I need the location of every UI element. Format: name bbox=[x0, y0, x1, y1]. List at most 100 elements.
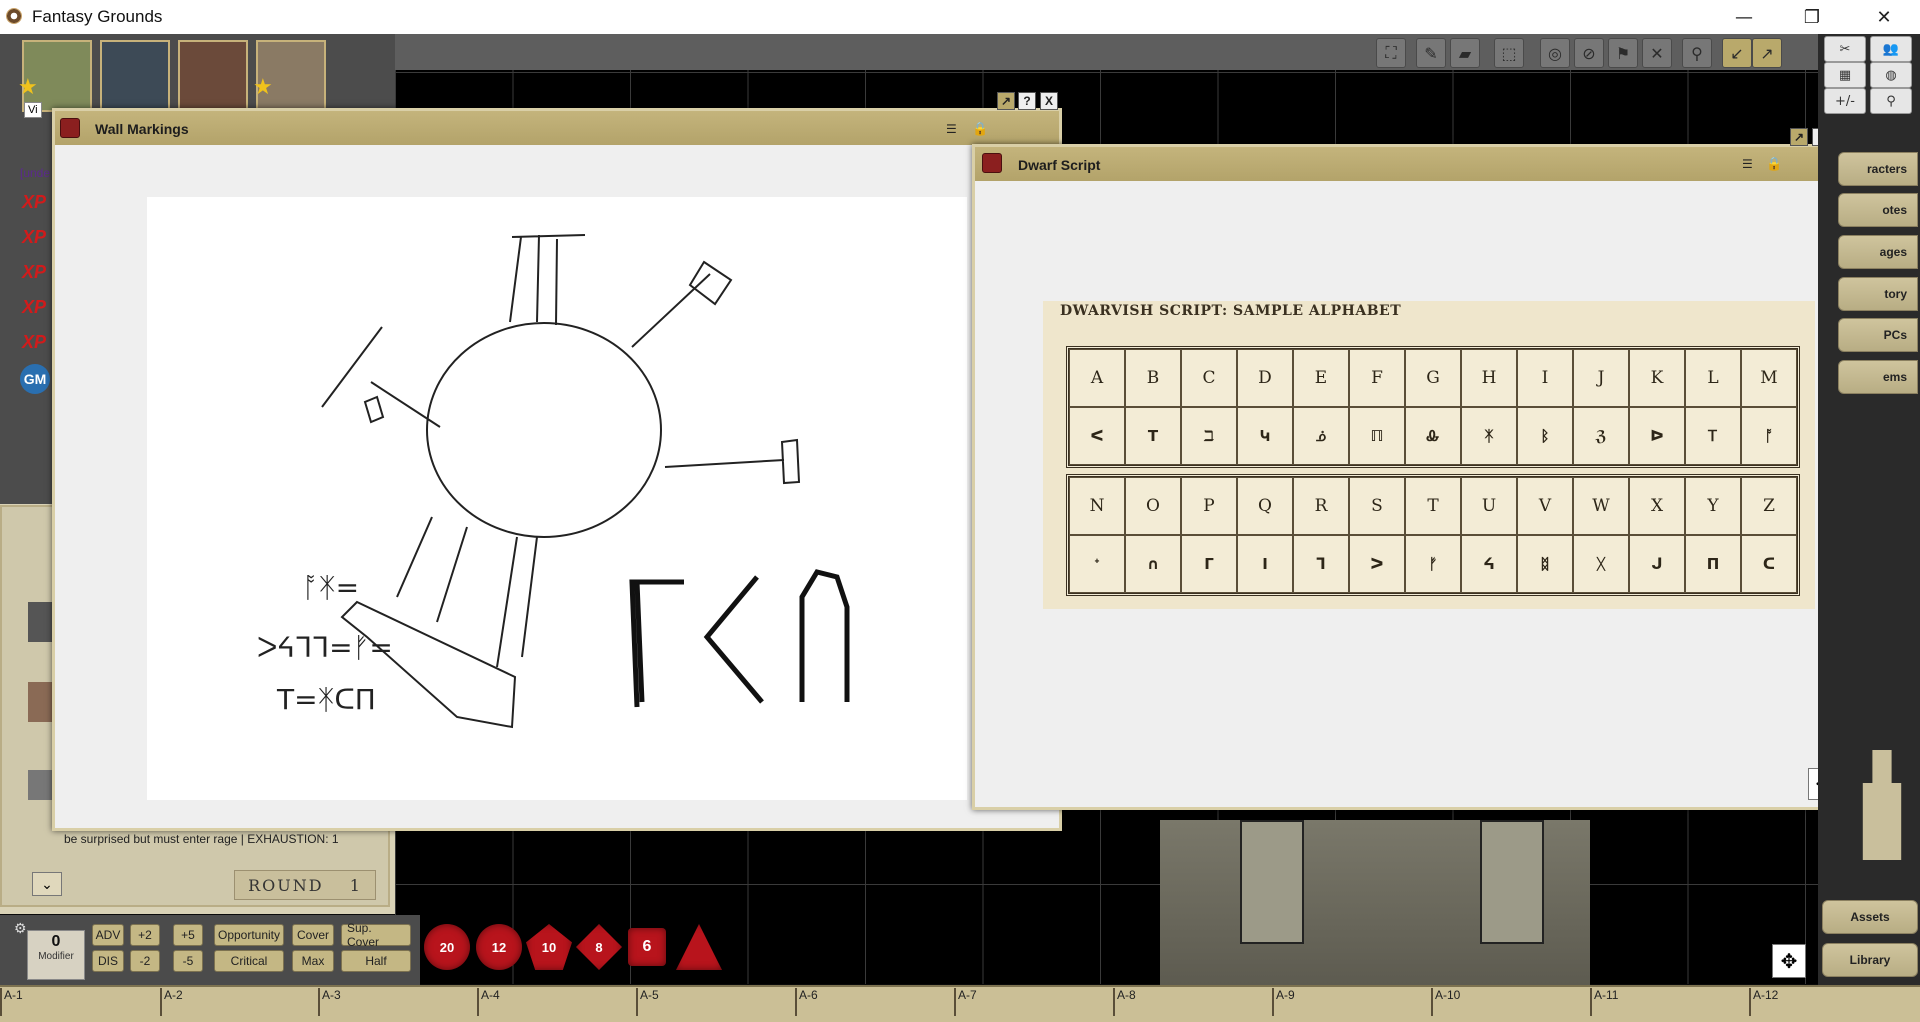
minimize-button[interactable]: — bbox=[1716, 0, 1772, 34]
wall-markings-image: ᚩᛡ= ᐳᔦᒣᒣ=ᚠ= T=ᛡᑕΠ bbox=[147, 197, 967, 800]
gm-icon[interactable]: GM bbox=[20, 364, 50, 394]
minus5-button[interactable]: -5 bbox=[173, 950, 203, 972]
help-button[interactable]: ? bbox=[1018, 92, 1036, 110]
glyph-cell: ᚷ bbox=[1573, 535, 1629, 593]
tab-images[interactable]: ages bbox=[1838, 235, 1918, 269]
glyph-cell: Γ bbox=[1181, 535, 1237, 593]
pin-icon[interactable]: ⚲ bbox=[1682, 38, 1712, 68]
xp-label[interactable]: XP bbox=[22, 227, 46, 248]
xp-label[interactable]: XP bbox=[22, 262, 46, 283]
flag-icon[interactable]: ⚑ bbox=[1608, 38, 1638, 68]
calendar-icon[interactable]: ▦ bbox=[1824, 62, 1866, 88]
link-text[interactable]: [unde bbox=[20, 166, 50, 180]
app-title: Fantasy Grounds bbox=[32, 7, 163, 26]
round-label: ROUND bbox=[248, 875, 324, 895]
eraser-icon[interactable]: ▰ bbox=[1450, 38, 1480, 68]
character-portrait[interactable] bbox=[100, 40, 170, 112]
letter-cell: G bbox=[1405, 349, 1461, 407]
dis-button[interactable]: DIS bbox=[92, 950, 124, 972]
glyph-cell: ᚠ bbox=[1405, 535, 1461, 593]
app-logo-icon bbox=[6, 8, 22, 24]
letter-cell: E bbox=[1293, 349, 1349, 407]
modifier-box[interactable]: 0 Modifier bbox=[27, 930, 85, 980]
coord-label: A-10 bbox=[1431, 988, 1460, 1016]
popout-button[interactable]: ↗ bbox=[1790, 128, 1808, 146]
character-portrait[interactable] bbox=[178, 40, 248, 112]
color-icon[interactable]: ◍ bbox=[1870, 62, 1912, 88]
letter-cell: S bbox=[1349, 477, 1405, 535]
letter-cell: U bbox=[1461, 477, 1517, 535]
alphabet-title: DWARVISH SCRIPT: SAMPLE ALPHABET bbox=[1060, 303, 1402, 319]
tab-story[interactable]: tory bbox=[1838, 277, 1918, 311]
scissors-icon[interactable]: ✂ bbox=[1824, 36, 1866, 62]
letter-cell: I bbox=[1517, 349, 1573, 407]
minus2-button[interactable]: -2 bbox=[130, 950, 160, 972]
coord-label: A-1 bbox=[0, 988, 23, 1016]
coord-label: A-11 bbox=[1590, 988, 1618, 1016]
paint-icon[interactable]: ✎ bbox=[1416, 38, 1446, 68]
measure-icon[interactable]: ✕ bbox=[1642, 38, 1672, 68]
expand-icon[interactable]: ↗ bbox=[1752, 38, 1782, 68]
popout-button[interactable]: ↗ bbox=[997, 92, 1015, 110]
letter-cell: Y bbox=[1685, 477, 1741, 535]
tab-npcs[interactable]: PCs bbox=[1838, 318, 1918, 352]
glyph-cell: ᐳ bbox=[1349, 535, 1405, 593]
xp-label[interactable]: XP bbox=[22, 192, 46, 213]
glyph-cell: ᛒ bbox=[1517, 407, 1573, 465]
menu-icon[interactable]: ☰ bbox=[1742, 157, 1753, 171]
tab-items[interactable]: ems bbox=[1838, 360, 1918, 394]
max-button[interactable]: Max bbox=[292, 950, 334, 972]
wall-sketch: ᚩᛡ= ᐳᔦᒣᒣ=ᚠ= T=ᛡᑕΠ bbox=[257, 234, 850, 729]
letter-cell: M bbox=[1741, 349, 1797, 407]
map-toolbar bbox=[395, 34, 1818, 70]
people-icon[interactable]: 👥 bbox=[1870, 36, 1912, 62]
map-floor-image bbox=[1160, 820, 1590, 985]
window-close-button[interactable]: X bbox=[1040, 92, 1058, 110]
close-button[interactable]: ✕ bbox=[1856, 0, 1912, 34]
glyph-cell: ℨ bbox=[1573, 407, 1629, 465]
star-icon: ★ bbox=[18, 74, 38, 99]
opportunity-button[interactable]: Opportunity bbox=[214, 924, 284, 946]
letter-cell: T bbox=[1405, 477, 1461, 535]
target-icon[interactable]: ◎ bbox=[1540, 38, 1570, 68]
window-icon bbox=[60, 118, 80, 138]
settings-icon[interactable]: ⚙ bbox=[14, 920, 27, 937]
sketch-text: ᐳᔦᒣᒣ=ᚠ= bbox=[257, 631, 393, 664]
tab-notes[interactable]: otes bbox=[1838, 193, 1918, 227]
shrink-icon[interactable]: ↙ bbox=[1722, 38, 1752, 68]
map-center-icon[interactable]: ✥ bbox=[1772, 944, 1806, 978]
restore-button[interactable]: ❐ bbox=[1784, 0, 1840, 34]
critical-button[interactable]: Critical bbox=[214, 950, 284, 972]
tab-characters[interactable]: racters bbox=[1838, 152, 1918, 186]
d6-die[interactable]: 6 bbox=[628, 928, 666, 966]
glyph-cell: ᒣ bbox=[1293, 535, 1349, 593]
window-header[interactable] bbox=[55, 111, 1059, 145]
modifier-toggle[interactable]: +/- bbox=[1824, 88, 1866, 114]
plus5-button[interactable]: +5 bbox=[173, 924, 203, 946]
plus2-button[interactable]: +2 bbox=[130, 924, 160, 946]
pin-tool-icon[interactable]: ⚲ bbox=[1870, 88, 1912, 114]
adv-button[interactable]: ADV bbox=[92, 924, 124, 946]
lock-icon[interactable]: 🔒 bbox=[1766, 156, 1782, 172]
menu-icon[interactable]: ☰ bbox=[946, 122, 957, 136]
library-button[interactable]: Library bbox=[1822, 943, 1918, 977]
select-icon[interactable]: ⬚ bbox=[1494, 38, 1524, 68]
d20-die[interactable]: 20 bbox=[424, 924, 470, 970]
glyph-cell: I bbox=[1237, 535, 1293, 593]
floor-slab bbox=[1240, 820, 1304, 944]
xp-label[interactable]: XP bbox=[22, 332, 46, 353]
letter-cell: F bbox=[1349, 349, 1405, 407]
fullscreen-icon[interactable]: ⛶ bbox=[1376, 38, 1406, 68]
cover-button[interactable]: Cover bbox=[292, 924, 334, 946]
xp-label[interactable]: XP bbox=[22, 297, 46, 318]
hide-icon[interactable]: ⊘ bbox=[1574, 38, 1604, 68]
window-header[interactable] bbox=[975, 147, 1857, 181]
app-titlebar bbox=[0, 0, 1920, 34]
lock-icon[interactable]: 🔒 bbox=[972, 121, 988, 137]
chevron-down-icon[interactable]: ⌄ bbox=[32, 872, 62, 896]
half-button[interactable]: Half bbox=[341, 950, 411, 972]
sup-cover-button[interactable]: Sup. Cover bbox=[341, 921, 411, 949]
letter-cell: X bbox=[1629, 477, 1685, 535]
assets-button[interactable]: Assets bbox=[1822, 900, 1918, 934]
d12-die[interactable]: 12 bbox=[476, 924, 522, 970]
